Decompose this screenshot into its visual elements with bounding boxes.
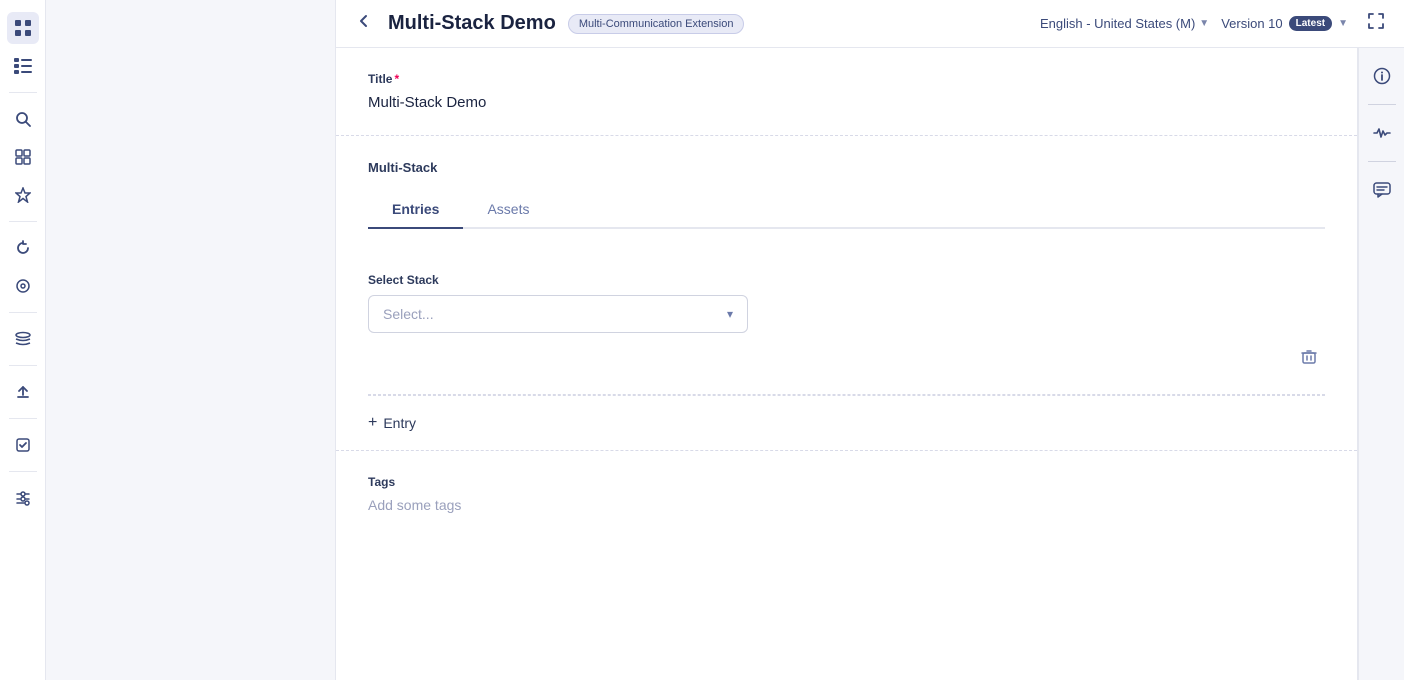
title-section: Title* Multi-Stack Demo [336,48,1357,136]
add-entry-label: Entry [383,415,416,431]
search-icon[interactable] [7,103,39,135]
header: Multi-Stack Demo Multi-Communication Ext… [336,0,1404,48]
multistack-tabs: Entries Assets [368,191,1325,229]
rail-divider-3 [9,312,37,313]
layout-icon[interactable] [7,141,39,173]
icon-rail [0,0,46,680]
refresh-icon[interactable] [7,232,39,264]
latest-badge: Latest [1289,16,1332,31]
tags-label: Tags [368,475,1325,489]
rail-divider-4 [9,365,37,366]
select-placeholder: Select... [383,306,434,322]
layers-icon[interactable] [7,323,39,355]
title-label: Title* [368,72,1325,86]
tasks-icon[interactable] [7,429,39,461]
content-body: Title* Multi-Stack Demo Multi-Stack Entr… [336,48,1404,680]
main-content: Multi-Stack Demo Multi-Communication Ext… [336,0,1404,680]
stack-item: Select Stack Select... ▾ [368,253,1325,395]
select-stack-dropdown[interactable]: Select... ▾ [368,295,748,333]
multistack-section: Multi-Stack Entries Assets [336,136,1357,450]
expand-button[interactable] [1368,13,1384,34]
extension-badge: Multi-Communication Extension [568,14,745,34]
rail-divider-6 [9,471,37,472]
delete-entry-button[interactable] [1293,345,1325,374]
right-divider-2 [1368,161,1396,162]
tab-entries[interactable]: Entries [368,191,463,229]
star-icon[interactable] [7,179,39,211]
add-entry-area: + Entry [368,395,1325,450]
tags-section: Tags Add some tags [336,450,1357,537]
rail-divider-5 [9,418,37,419]
sidebar-panel [46,0,336,680]
tags-input[interactable]: Add some tags [368,497,1325,513]
chat-icon[interactable] [1366,174,1398,206]
multistack-label: Multi-Stack [368,160,1325,175]
rail-divider-1 [9,92,37,93]
page-title: Multi-Stack Demo [388,12,556,35]
language-selector[interactable]: English - United States (M) ▼ [1040,16,1209,31]
tab-assets[interactable]: Assets [463,191,553,229]
right-divider-1 [1368,104,1396,105]
version-selector[interactable]: Version 10 Latest ▼ [1221,16,1348,31]
add-entry-button[interactable]: + Entry [368,414,416,432]
filter-icon[interactable] [7,482,39,514]
grid-icon[interactable] [7,12,39,44]
tag-icon[interactable] [7,270,39,302]
title-value[interactable]: Multi-Stack Demo [368,94,1325,111]
select-stack-label: Select Stack [368,273,1325,287]
rail-divider-2 [9,221,37,222]
activity-icon[interactable] [1366,117,1398,149]
version-label: Version 10 [1221,16,1282,31]
right-panel [1358,48,1404,680]
version-chevron[interactable]: ▼ [1338,18,1348,29]
info-icon[interactable] [1366,60,1398,92]
back-button[interactable] [356,13,372,34]
form-area: Title* Multi-Stack Demo Multi-Stack Entr… [336,48,1358,680]
tab-content-entries: Select Stack Select... ▾ [368,229,1325,450]
upload-icon[interactable] [7,376,39,408]
list-icon[interactable] [7,50,39,82]
language-label: English - United States (M) [1040,16,1195,31]
language-chevron: ▼ [1199,18,1209,29]
chevron-down-icon: ▾ [727,307,733,321]
